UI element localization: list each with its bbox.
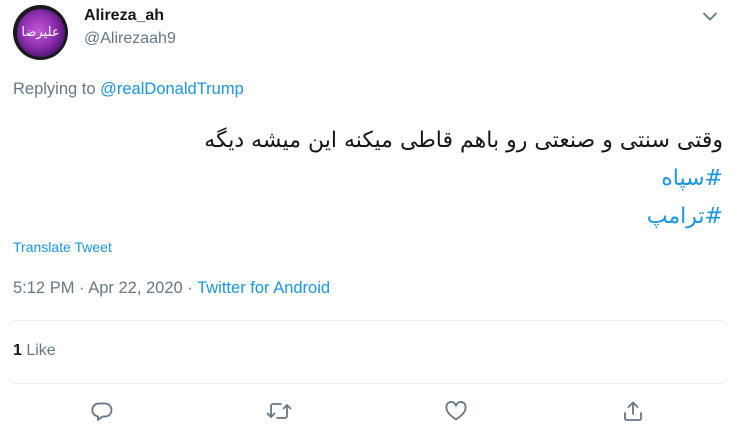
like-button[interactable] [443, 398, 469, 424]
meta-separator: · [74, 279, 89, 297]
tweet-body: وقتی سنتی و صنعتی رو باهم قاطی میکنه این… [204, 128, 723, 153]
tweet-date[interactable]: Apr 22, 2020 [88, 279, 183, 297]
retweet-button[interactable] [266, 398, 292, 424]
tweet-actions [0, 398, 736, 428]
share-icon [624, 401, 642, 421]
likes-label: Like [21, 342, 56, 359]
retweet-icon [266, 403, 292, 419]
avatar[interactable]: علیرضا [13, 5, 68, 60]
tweet-source-link[interactable]: Twitter for Android [197, 279, 330, 297]
more-options-button[interactable] [700, 6, 720, 26]
replying-to: Replying to @realDonaldTrump [13, 80, 244, 99]
likes-stat[interactable]: 1 Like [13, 342, 56, 360]
hashtag-link[interactable]: #ترامپ [13, 198, 723, 236]
tweet-time[interactable]: 5:12 PM [13, 279, 74, 297]
divider [13, 383, 723, 384]
reply-mention-link[interactable]: @realDonaldTrump [100, 80, 244, 98]
avatar-image: علیرضا [16, 8, 65, 57]
share-button[interactable] [620, 398, 646, 424]
likes-count: 1 [13, 342, 22, 359]
reply-icon [91, 402, 113, 421]
chevron-down-icon [703, 12, 717, 20]
avatar-text: علیرضا [21, 25, 60, 40]
divider [13, 320, 723, 321]
hashtag-link[interactable]: #سپاه [13, 160, 723, 198]
tweet-text: وقتی سنتی و صنعتی رو باهم قاطی میکنه این… [13, 122, 723, 236]
meta-separator: · [182, 279, 198, 297]
author-handle[interactable]: @Alirezaah9 [84, 30, 176, 48]
tweet-meta: 5:12 PM · Apr 22, 2020 · Twitter for And… [13, 279, 330, 298]
reply-button[interactable] [89, 398, 115, 424]
replying-prefix: Replying to [13, 80, 101, 98]
translate-tweet-link[interactable]: Translate Tweet [13, 239, 112, 255]
heart-icon [445, 401, 467, 421]
author-display-name[interactable]: Alireza_ah [84, 7, 164, 25]
